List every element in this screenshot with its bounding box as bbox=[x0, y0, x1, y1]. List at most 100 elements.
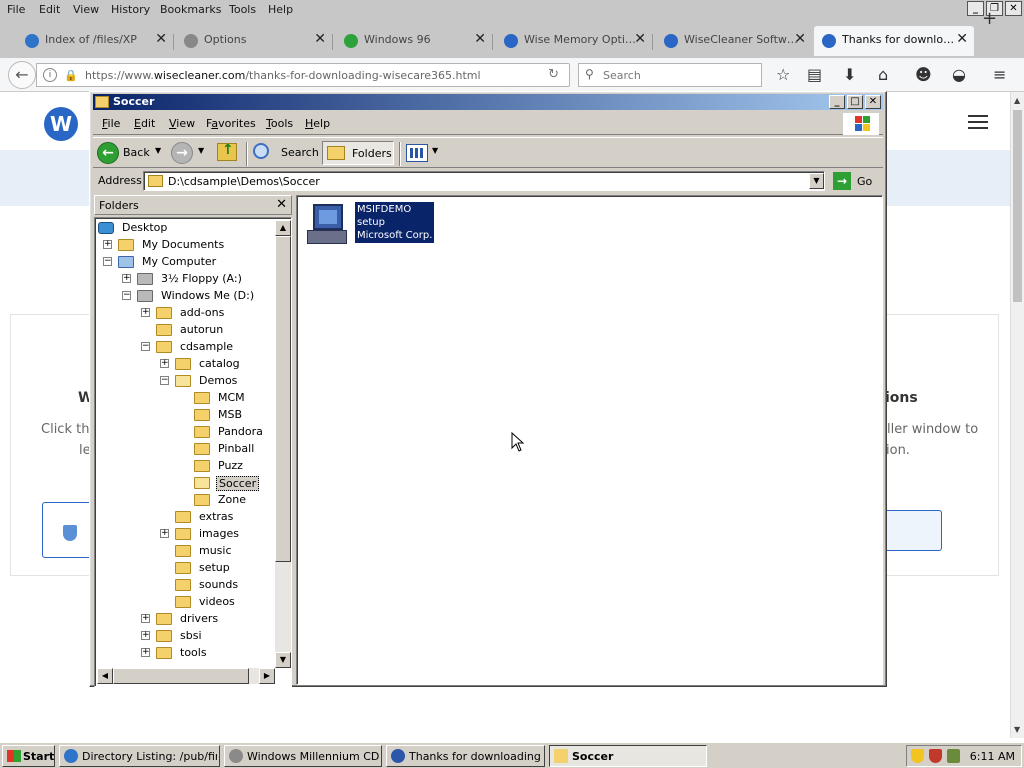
explorer-titlebar[interactable]: Soccer _ □ ✕ bbox=[93, 94, 883, 110]
tab-0[interactable]: Index of /files/XP ✕ bbox=[17, 26, 174, 56]
close-tab-icon[interactable]: ✕ bbox=[634, 31, 646, 47]
chevron-down-icon[interactable]: ▼ bbox=[155, 146, 161, 155]
tree-node-label: 3½ Floppy (A:) bbox=[161, 272, 242, 285]
expand-icon[interactable]: + bbox=[103, 240, 112, 249]
network-icon[interactable] bbox=[947, 749, 960, 763]
scroll-thumb[interactable] bbox=[113, 668, 249, 684]
expand-icon[interactable]: + bbox=[141, 614, 150, 623]
scroll-up-icon[interactable]: ▲ bbox=[1014, 96, 1020, 105]
expand-icon[interactable]: + bbox=[141, 308, 150, 317]
menu-file[interactable]: File bbox=[7, 3, 25, 16]
clock[interactable]: 6:11 AM bbox=[970, 750, 1015, 763]
maximize-button[interactable]: □ bbox=[847, 95, 863, 109]
back-button[interactable]: ← bbox=[8, 61, 36, 89]
tab-5[interactable]: Thanks for downlo… ✕ bbox=[814, 26, 974, 56]
collapse-icon[interactable]: − bbox=[122, 291, 131, 300]
explorer-menu-help[interactable]: Help bbox=[305, 117, 330, 130]
url-bar[interactable]: i 🔒 https://www.wisecleaner.com/thanks-f… bbox=[36, 63, 570, 87]
close-tab-icon[interactable]: ✕ bbox=[314, 31, 326, 47]
chat-icon[interactable]: ☻ bbox=[915, 65, 932, 84]
info-icon[interactable]: i bbox=[43, 68, 57, 82]
menu-history[interactable]: History bbox=[111, 3, 150, 16]
menu-help[interactable]: Help bbox=[268, 3, 293, 16]
tree-node-label: autorun bbox=[180, 323, 224, 336]
pocket-icon[interactable]: ◒ bbox=[952, 65, 966, 84]
site-menu-icon[interactable] bbox=[968, 115, 988, 133]
menu-view[interactable]: View bbox=[73, 3, 99, 16]
scroll-down-icon[interactable]: ▼ bbox=[275, 652, 291, 668]
download-button-partial[interactable] bbox=[880, 510, 942, 551]
tab-1[interactable]: Options ✕ bbox=[176, 26, 333, 56]
close-tab-icon[interactable]: ✕ bbox=[794, 31, 806, 47]
home-icon[interactable]: ⌂ bbox=[878, 65, 888, 84]
tab-2[interactable]: Windows 96 ✕ bbox=[336, 26, 493, 56]
close-button[interactable]: ✕ bbox=[1005, 1, 1022, 16]
explorer-menu-edit[interactable]: Edit bbox=[134, 117, 155, 130]
minimize-button[interactable]: _ bbox=[829, 95, 845, 109]
explorer-menu-view[interactable]: View bbox=[169, 117, 195, 130]
taskbar-button[interactable]: Directory Listing: /pub/fir... bbox=[59, 745, 220, 767]
wisecleaner-logo[interactable]: W bbox=[44, 107, 78, 141]
go-button[interactable]: → Go bbox=[833, 171, 879, 191]
views-button[interactable]: ▼ bbox=[404, 141, 442, 165]
new-tab-button[interactable]: + bbox=[982, 8, 997, 29]
back-button[interactable]: ← Back ▼ bbox=[95, 141, 165, 165]
page-scrollbar[interactable]: ▲ ▼ bbox=[1010, 92, 1024, 738]
expand-icon[interactable]: + bbox=[160, 529, 169, 538]
scroll-up-icon[interactable]: ▲ bbox=[275, 220, 291, 236]
up-folder-button[interactable] bbox=[217, 141, 241, 165]
close-button[interactable]: ✕ bbox=[865, 95, 881, 109]
chevron-down-icon[interactable]: ▼ bbox=[198, 146, 204, 155]
scroll-down-icon[interactable]: ▼ bbox=[1014, 725, 1020, 734]
tree-horizontal-scrollbar[interactable]: ◀ ▶ bbox=[97, 668, 275, 684]
reload-icon[interactable]: ↻ bbox=[548, 67, 559, 82]
up-folder-icon bbox=[217, 142, 237, 161]
menu-edit[interactable]: Edit bbox=[39, 3, 60, 16]
folders-button[interactable]: Folders bbox=[322, 141, 394, 165]
collapse-icon[interactable]: − bbox=[103, 257, 112, 266]
taskbar-button[interactable]: Windows Millennium CD-... bbox=[224, 745, 382, 767]
hamburger-menu-icon[interactable]: ≡ bbox=[993, 65, 1006, 84]
download-icon[interactable]: ⬇ bbox=[843, 65, 856, 84]
search-bar[interactable]: ⚲ Search bbox=[578, 63, 762, 87]
expand-icon[interactable]: + bbox=[141, 631, 150, 640]
product-box[interactable] bbox=[42, 502, 92, 558]
taskbar-button[interactable]: Thanks for downloading ... bbox=[386, 745, 545, 767]
menu-tools[interactable]: Tools bbox=[229, 3, 256, 16]
menu-bookmarks[interactable]: Bookmarks bbox=[160, 3, 221, 16]
antivirus-icon[interactable] bbox=[929, 749, 942, 763]
reading-list-icon[interactable]: ▤ bbox=[807, 65, 822, 84]
folder-icon bbox=[194, 477, 210, 489]
expand-icon[interactable]: + bbox=[160, 359, 169, 368]
tree-vertical-scrollbar[interactable]: ▲ ▼ bbox=[275, 220, 291, 668]
taskbar-button[interactable]: Soccer bbox=[549, 745, 707, 767]
address-dropdown-button[interactable]: ▼ bbox=[809, 173, 824, 189]
file-list-pane[interactable]: MSIFDEMO setup Microsoft Corp. bbox=[296, 195, 883, 685]
scroll-thumb[interactable] bbox=[1013, 110, 1022, 302]
address-input[interactable]: D:\cdsample\Demos\Soccer bbox=[143, 171, 825, 191]
collapse-icon[interactable]: − bbox=[141, 342, 150, 351]
expand-icon[interactable]: + bbox=[122, 274, 131, 283]
close-tab-icon[interactable]: ✕ bbox=[155, 31, 167, 47]
explorer-menu-tools[interactable]: Tools bbox=[266, 117, 293, 130]
scroll-left-icon[interactable]: ◀ bbox=[97, 668, 113, 684]
scroll-thumb[interactable] bbox=[275, 236, 291, 562]
close-tab-icon[interactable]: ✕ bbox=[474, 31, 486, 47]
search-button[interactable]: Search bbox=[251, 141, 319, 165]
chevron-down-icon[interactable]: ▼ bbox=[432, 146, 438, 155]
bookmark-star-icon[interactable]: ☆ bbox=[776, 65, 790, 84]
explorer-menu-favorites[interactable]: Favorites bbox=[206, 117, 256, 130]
start-button[interactable]: Start bbox=[2, 745, 55, 767]
tab-4[interactable]: WiseCleaner Softw… ✕ bbox=[656, 26, 812, 56]
forward-button[interactable]: → ▼ bbox=[171, 141, 207, 165]
collapse-icon[interactable]: − bbox=[160, 376, 169, 385]
close-pane-button[interactable]: ✕ bbox=[276, 197, 287, 212]
explorer-menu-file[interactable]: File bbox=[102, 117, 120, 130]
close-tab-icon[interactable]: ✕ bbox=[956, 31, 968, 47]
wise-icon bbox=[664, 34, 678, 48]
file-item[interactable]: MSIFDEMO setup Microsoft Corp. bbox=[303, 202, 443, 250]
tab-3[interactable]: Wise Memory Opti… ✕ bbox=[496, 26, 653, 56]
scroll-right-icon[interactable]: ▶ bbox=[259, 668, 275, 684]
security-shield-icon[interactable] bbox=[911, 749, 924, 763]
expand-icon[interactable]: + bbox=[141, 648, 150, 657]
